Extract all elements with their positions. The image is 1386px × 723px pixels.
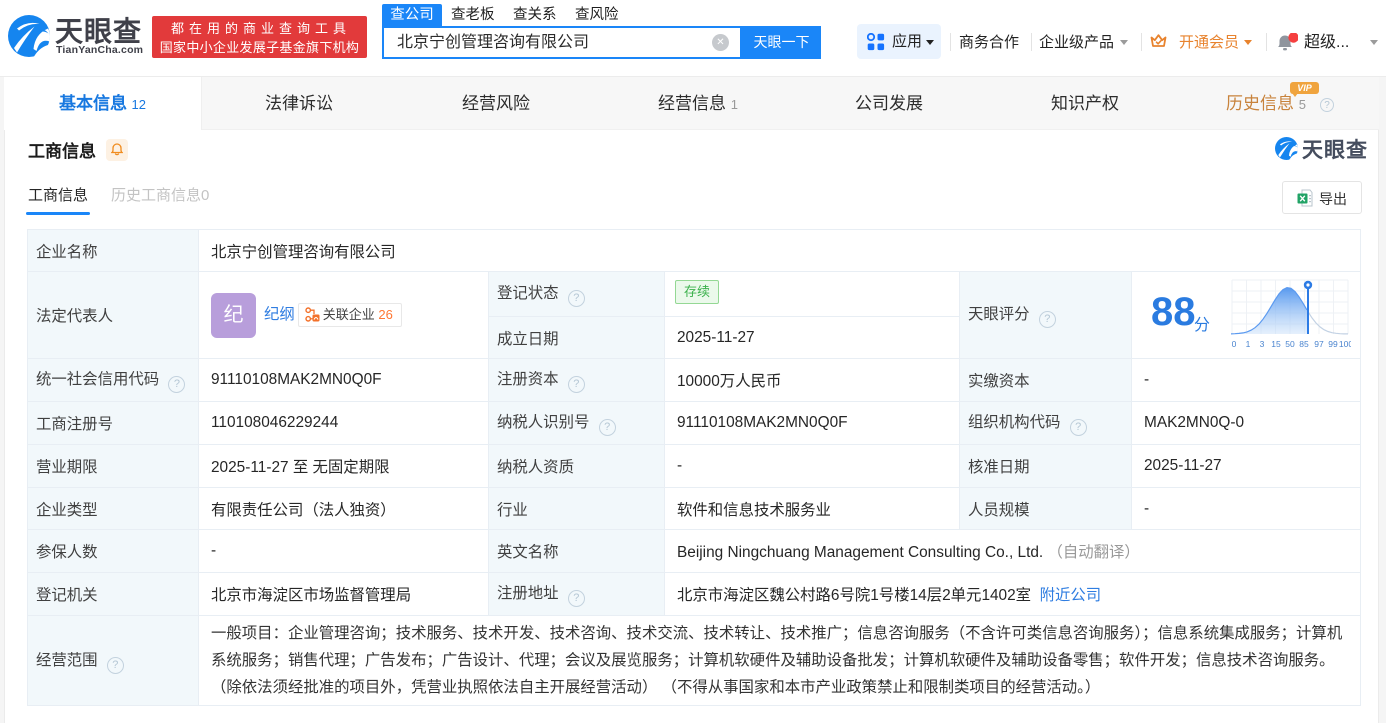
svg-text:50: 50 [1285, 339, 1295, 349]
svg-text:0: 0 [1232, 339, 1237, 349]
svg-text:99: 99 [1328, 339, 1338, 349]
svg-text:3: 3 [1260, 339, 1265, 349]
svg-text:100: 100 [1339, 339, 1351, 349]
svg-text:15: 15 [1271, 339, 1281, 349]
svg-text:1: 1 [1246, 339, 1251, 349]
svg-text:97: 97 [1314, 339, 1324, 349]
svg-text:85: 85 [1299, 339, 1309, 349]
